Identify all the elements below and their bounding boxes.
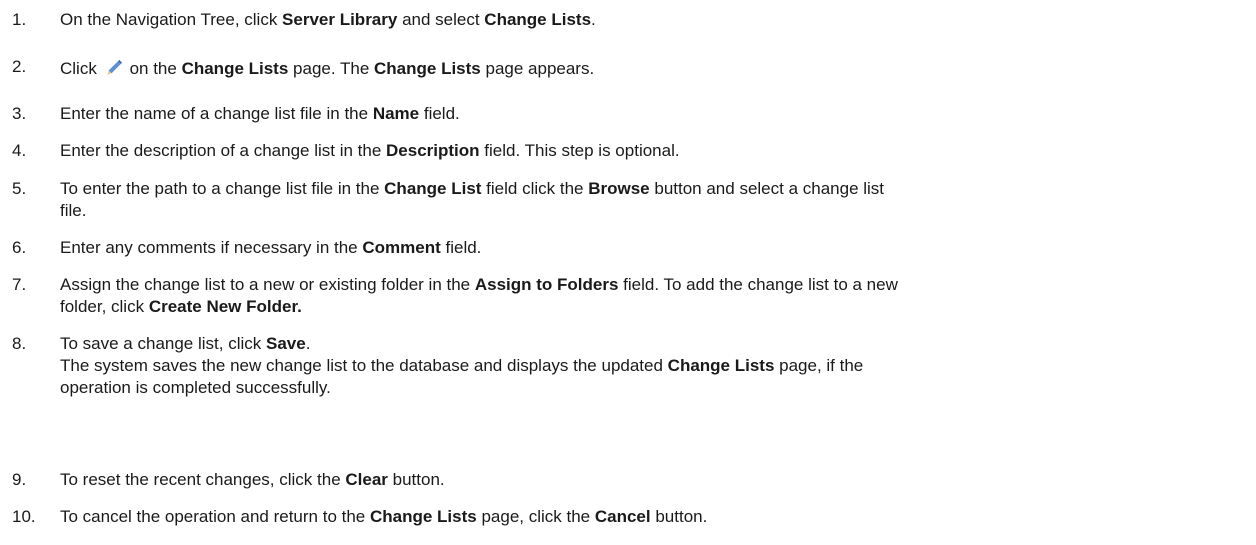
step-text: To cancel the operation and return to th… (60, 507, 708, 526)
step-text: Enter the description of a change list i… (60, 141, 680, 160)
edit-pencil-icon (102, 56, 128, 78)
step-text: On the Navigation Tree, click Server Lib… (60, 10, 596, 29)
instruction-steps: 1. On the Navigation Tree, click Server … (0, 0, 1256, 545)
step-number: 8. (12, 334, 27, 353)
step-text: To reset the recent changes, click the C… (60, 470, 445, 489)
step-number: 6. (12, 238, 27, 257)
step-number: 1. (12, 10, 27, 29)
step-number: 2. (12, 57, 27, 76)
step-text: Click on the Change Lists page. The Chan… (60, 56, 1230, 80)
step-text: To save a change list, click Save. The sy… (60, 334, 864, 397)
step-text: Assign the change list to a new or exist… (60, 275, 898, 316)
step-text: Enter the name of a change list file in … (60, 104, 460, 123)
step-text: To enter the path to a change list file … (60, 179, 885, 220)
step-number: 5. (12, 179, 27, 198)
step-number: 7. (12, 275, 27, 294)
step-text: Enter any comments if necessary in the C… (60, 238, 482, 257)
step-number: 3. (12, 104, 27, 123)
step-number: 4. (12, 141, 27, 160)
step-number: 10. (12, 507, 36, 526)
step-number: 9. (12, 470, 27, 489)
